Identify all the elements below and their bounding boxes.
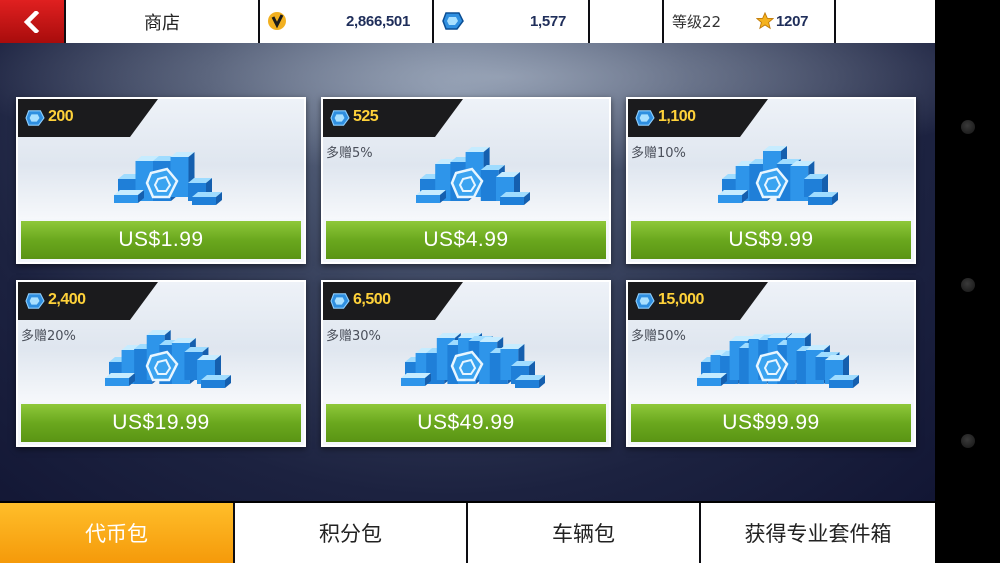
- tab-pro-kit-boxes[interactable]: 获得专业套件箱: [701, 503, 935, 563]
- back-button[interactable]: [0, 0, 64, 43]
- pack-amount: 6,500: [353, 291, 391, 308]
- tab-points-packs[interactable]: 积分包: [235, 503, 466, 563]
- system-nav-bar: [935, 0, 1000, 563]
- gem-pack-card[interactable]: 1,100 多赠10% US$9.99: [626, 97, 916, 264]
- gem-pack-card[interactable]: 525 多赠5% US$4.99: [321, 97, 611, 264]
- gem-icon: [330, 110, 350, 126]
- tab-vehicle-packs[interactable]: 车辆包: [468, 503, 699, 563]
- gem-stack-image: [105, 330, 231, 388]
- gem-stack-image: [114, 152, 222, 205]
- amount-tag: 6,500: [323, 282, 463, 320]
- gem-stack-image: [416, 147, 530, 205]
- credits-icon: [268, 12, 286, 30]
- shop-panel: 200 US$1.99 525 多赠5% US$4.99 1,100 多赠10%…: [0, 43, 935, 501]
- tab-gem-packs[interactable]: 代币包: [0, 503, 233, 563]
- gem-icon: [25, 110, 45, 126]
- nav-button[interactable]: [961, 120, 975, 134]
- gem-pack-card[interactable]: 200 US$1.99: [16, 97, 306, 264]
- buy-button[interactable]: US$4.99: [326, 221, 606, 259]
- gem-stack-image: [697, 333, 859, 388]
- gem-pack-card[interactable]: 2,400 多赠20% US$19.99: [16, 280, 306, 447]
- pack-amount: 15,000: [658, 291, 704, 308]
- category-tabs: 代币包 积分包 车辆包 获得专业套件箱: [0, 503, 935, 563]
- stars-count: 1207: [776, 13, 809, 30]
- pack-amount: 2,400: [48, 291, 86, 308]
- gems-amount: 1,577: [529, 13, 566, 30]
- gem-icon: [635, 293, 655, 309]
- buy-button[interactable]: US$99.99: [631, 404, 911, 442]
- page-title: 商店: [66, 0, 258, 43]
- gem-pack-card[interactable]: 15,000 多赠50% US$99.99: [626, 280, 916, 447]
- gem-pack-card[interactable]: 6,500 多赠30% US$49.99: [321, 280, 611, 447]
- amount-tag: 1,100: [628, 99, 768, 137]
- nav-button[interactable]: [961, 278, 975, 292]
- pack-amount: 1,100: [658, 108, 696, 125]
- nav-button[interactable]: [961, 434, 975, 448]
- amount-tag: 525: [323, 99, 463, 137]
- gem-icon: [635, 110, 655, 126]
- gem-icon: [330, 293, 350, 309]
- empty-slot: [836, 0, 935, 43]
- gem-stack-image: [401, 333, 545, 388]
- gem-icon: [442, 12, 464, 30]
- buy-button[interactable]: US$9.99: [631, 221, 911, 259]
- amount-tag: 2,400: [18, 282, 158, 320]
- pack-amount: 525: [353, 108, 379, 125]
- buy-button[interactable]: US$49.99: [326, 404, 606, 442]
- chevron-left-icon: [23, 10, 40, 33]
- level-label: 等级22: [672, 13, 722, 31]
- credits-balance: 2,866,501: [260, 0, 432, 43]
- gems-balance: 1,577: [434, 0, 588, 43]
- level-display: 等级22 1207: [664, 0, 834, 43]
- credits-amount: 2,866,501: [345, 13, 410, 30]
- gem-stack-image: [718, 146, 838, 205]
- amount-tag: 200: [18, 99, 158, 137]
- pack-amount: 200: [48, 108, 74, 125]
- amount-tag: 15,000: [628, 282, 768, 320]
- empty-slot: [590, 0, 662, 43]
- gem-icon: [25, 293, 45, 309]
- buy-button[interactable]: US$1.99: [21, 221, 301, 259]
- top-bar: 商店 2,866,501 1,577 等级22 1207: [0, 0, 935, 43]
- buy-button[interactable]: US$19.99: [21, 404, 301, 442]
- star-icon: [756, 12, 774, 30]
